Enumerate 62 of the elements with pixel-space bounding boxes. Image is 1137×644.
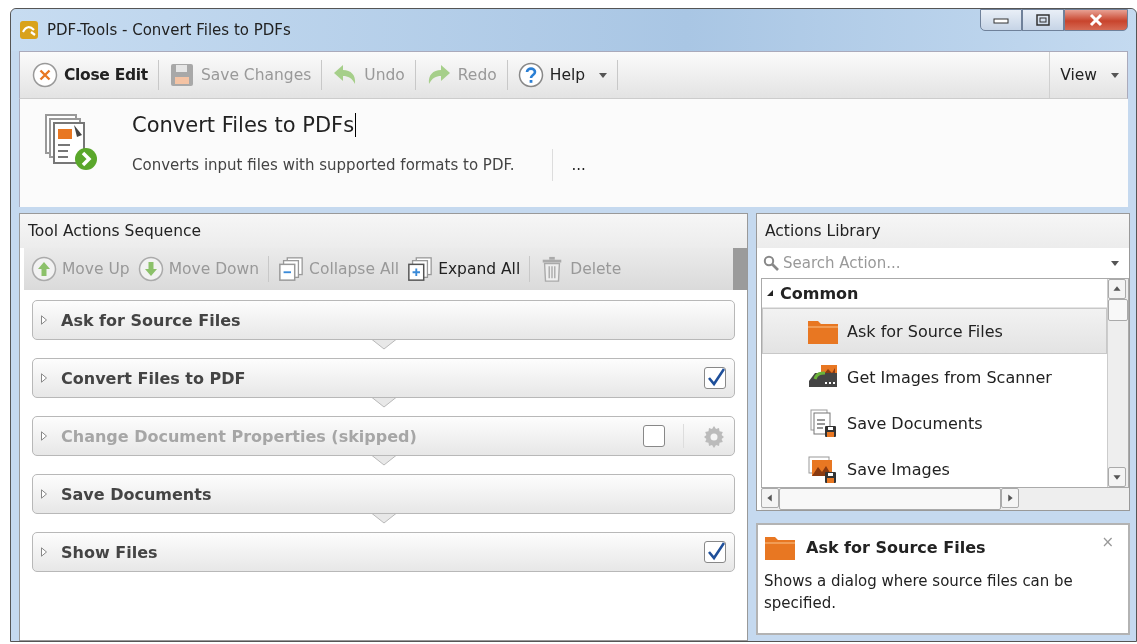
app-icon: [19, 20, 39, 40]
horizontal-scrollbar[interactable]: [761, 488, 1129, 510]
documents-convert-icon: [44, 113, 100, 173]
scroll-right-icon[interactable]: [1001, 488, 1019, 508]
search-icon: [763, 255, 779, 271]
library-item[interactable]: Save Documents: [762, 400, 1107, 446]
library-item[interactable]: Get Images from Scanner: [762, 354, 1107, 400]
scroll-down-icon[interactable]: [1108, 467, 1126, 487]
expand-icon: [407, 256, 434, 282]
more-button[interactable]: ...: [565, 152, 592, 178]
close-icon: [32, 62, 58, 88]
tool-description: Converts input files with supported formats to PDF.: [132, 156, 515, 174]
info-title: Ask for Source Files: [806, 537, 986, 557]
collapse-arrow-icon: [766, 289, 774, 297]
action-card[interactable]: Ask for Source Files: [32, 300, 735, 340]
action-card[interactable]: Convert Files to PDF: [32, 358, 735, 398]
caret-icon: [1111, 260, 1119, 266]
panel-title: Actions Library: [757, 214, 1129, 248]
minimize-icon: [993, 16, 1009, 24]
checkbox[interactable]: [643, 425, 665, 447]
collapse-icon: [278, 256, 305, 282]
action-card[interactable]: Show Files: [32, 532, 735, 572]
close-button[interactable]: [1064, 9, 1128, 31]
panel-title: Tool Actions Sequence: [20, 214, 747, 248]
maximize-button[interactable]: [1022, 9, 1064, 31]
expand-arrow-icon[interactable]: [41, 373, 47, 383]
connector-arrow: [371, 455, 396, 466]
connector-arrow: [371, 513, 396, 524]
scrollbar[interactable]: [733, 248, 747, 290]
caret-icon: [1111, 72, 1119, 78]
expand-arrow-icon[interactable]: [41, 315, 47, 325]
window-title: PDF-Tools - Convert Files to PDFs: [47, 21, 291, 39]
sequence-toolbar-button[interactable]: Expand All: [404, 252, 524, 286]
connector-arrow: [371, 397, 396, 408]
documents-save-icon: [807, 409, 839, 437]
connector-arrow: [371, 339, 396, 350]
info-description: Shows a dialog where source files can be specified.: [764, 571, 1074, 614]
close-icon: [1088, 13, 1104, 27]
scroll-left-icon[interactable]: [761, 488, 779, 508]
action-card[interactable]: Save Documents: [32, 474, 735, 514]
caret-icon: [599, 72, 608, 78]
help-icon: [517, 62, 544, 88]
scrollbar-thumb[interactable]: [1108, 299, 1128, 321]
expand-arrow-icon[interactable]: [41, 547, 47, 557]
view-menu-button[interactable]: View: [1049, 52, 1127, 98]
minimize-button[interactable]: [980, 9, 1022, 31]
tool-name-field[interactable]: Convert Files to PDFs: [132, 113, 592, 137]
scrollbar-thumb[interactable]: [779, 488, 1001, 510]
gear-icon[interactable]: [702, 424, 726, 448]
checkbox[interactable]: [704, 367, 726, 389]
expand-arrow-icon[interactable]: [41, 431, 47, 441]
toolbar-button[interactable]: Close Edit: [28, 58, 152, 92]
library-item[interactable]: Ask for Source Files: [762, 308, 1107, 354]
checkbox[interactable]: [704, 541, 726, 563]
search-field[interactable]: Search Action...: [781, 253, 1101, 273]
library-item[interactable]: Save Images: [762, 446, 1107, 487]
scroll-up-icon[interactable]: [1108, 279, 1126, 299]
expand-arrow-icon[interactable]: [41, 489, 47, 499]
images-save-icon: [807, 455, 839, 483]
maximize-icon: [1036, 14, 1050, 26]
toolbar-button[interactable]: Help: [513, 58, 612, 92]
vertical-scrollbar[interactable]: [1107, 279, 1128, 487]
